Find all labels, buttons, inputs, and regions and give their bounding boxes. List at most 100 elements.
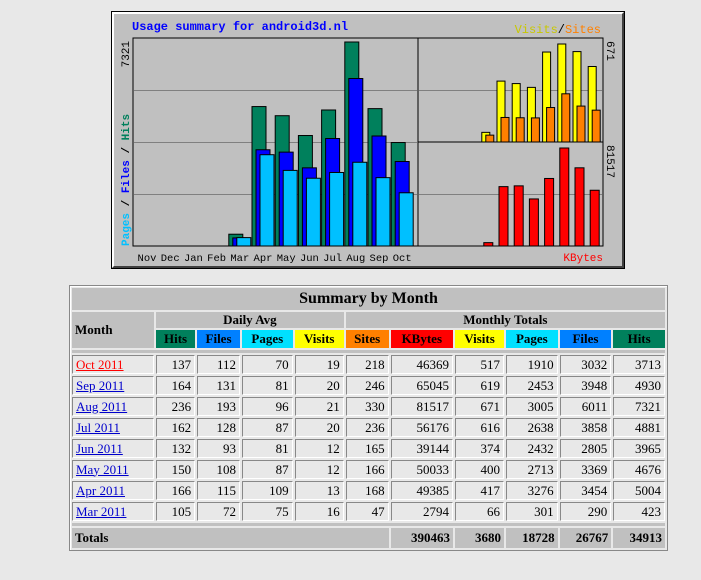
kbytes-bar — [544, 177, 555, 247]
main-axis-max: 7321 — [121, 41, 133, 68]
pages-bar — [352, 161, 368, 247]
visits-sites-legend: Visits/Sites — [515, 23, 601, 37]
month-label: Mar — [230, 253, 249, 265]
monthly-hits-cell: 5004 — [613, 481, 665, 500]
monthly-pages-cell: 2453 — [506, 376, 558, 395]
pages-bar — [259, 154, 275, 247]
monthly-pages-cell: 3005 — [506, 397, 558, 416]
monthly-files-cell: 3948 — [559, 376, 612, 395]
month-link[interactable]: Apr 2011 — [76, 483, 125, 498]
legend-separator: / — [558, 23, 565, 37]
legend-pages: Pages — [121, 213, 133, 246]
monthly-pages-cell: 2713 — [506, 460, 558, 479]
daily-hits-cell: 150 — [156, 460, 196, 479]
col-daily-hits: Hits — [156, 330, 196, 348]
kbytes-bar — [498, 186, 509, 247]
sites-bar — [576, 105, 586, 143]
month-axis-labels: Nov Dec Jan Feb Mar Apr May Jun Jul Aug Sep Oct — [138, 253, 412, 265]
daily-hits-cell: 166 — [156, 481, 196, 500]
visits-axis-max: 671 — [603, 41, 615, 61]
daily-hits-cell: 137 — [156, 355, 196, 374]
monthly-sites-cell: 246 — [345, 376, 389, 395]
month-label: Apr — [254, 253, 273, 265]
month-cell: Mar 2011 — [72, 502, 154, 521]
header-divider — [72, 350, 665, 353]
daily-pages-cell: 87 — [241, 460, 293, 479]
total-visits: 3680 — [454, 528, 505, 548]
daily-files-cell: 93 — [197, 439, 240, 458]
left-legend: Pages / Files / Hits — [121, 114, 133, 246]
sites-bar — [561, 93, 571, 143]
monthly-pages-cell: 2432 — [506, 439, 558, 458]
month-label: Dec — [161, 253, 180, 265]
monthly-visits-cell: 374 — [454, 439, 505, 458]
daily-pages-cell: 87 — [241, 418, 293, 437]
legend-sites: Sites — [565, 23, 601, 37]
month-link[interactable]: Sep 2011 — [76, 378, 124, 393]
daily-visits-cell: 12 — [294, 439, 344, 458]
monthly-visits-cell: 619 — [454, 376, 505, 395]
month-label: May — [277, 253, 296, 265]
month-cell: Apr 2011 — [72, 481, 154, 500]
legend-files: Files — [121, 160, 133, 193]
daily-files-cell: 128 — [197, 418, 240, 437]
sites-bar — [530, 117, 540, 143]
monthly-files-cell: 3858 — [559, 418, 612, 437]
month-link[interactable]: Oct 2011 — [76, 357, 124, 372]
monthly-hits-cell: 423 — [613, 502, 665, 521]
legend-visits: Visits — [515, 23, 558, 37]
kbytes-legend: KBytes — [563, 253, 603, 265]
daily-files-cell: 193 — [197, 397, 240, 416]
monthly-files-cell: 6011 — [559, 397, 612, 416]
month-cell: Jun 2011 — [72, 439, 154, 458]
daily-visits-cell: 12 — [294, 460, 344, 479]
daily-hits-cell: 105 — [156, 502, 196, 521]
table-body: Oct 2011 137 112 70 19 218 46369 517 1910 3032 371… — [72, 355, 665, 521]
kbytes-bar — [528, 198, 539, 247]
monthly-kbytes-cell: 49385 — [390, 481, 453, 500]
monthly-sites-cell: 47 — [345, 502, 389, 521]
daily-visits-cell: 20 — [294, 376, 344, 395]
daily-visits-cell: 20 — [294, 418, 344, 437]
monthly-files-cell: 290 — [559, 502, 612, 521]
monthly-files-cell: 3369 — [559, 460, 612, 479]
table-row: Apr 2011 166 115 109 13 168 49385 417 3276 3454 50… — [72, 481, 665, 500]
month-header: Month — [72, 312, 154, 348]
table-row: Mar 2011 105 72 75 16 47 2794 66 301 290 423 — [72, 502, 665, 521]
daily-pages-cell: 109 — [241, 481, 293, 500]
daily-files-cell: 115 — [197, 481, 240, 500]
sites-bar — [546, 107, 556, 143]
monthly-files-cell: 2805 — [559, 439, 612, 458]
month-link[interactable]: Jul 2011 — [76, 420, 120, 435]
monthly-visits-cell: 400 — [454, 460, 505, 479]
monthly-hits-cell: 3965 — [613, 439, 665, 458]
total-files: 26767 — [559, 528, 612, 548]
month-link[interactable]: Mar 2011 — [76, 504, 126, 519]
month-label: Aug — [346, 253, 365, 265]
monthly-pages-cell: 3276 — [506, 481, 558, 500]
kbytes-axis-max: 81517 — [603, 145, 615, 178]
month-link[interactable]: Aug 2011 — [76, 399, 127, 414]
kbytes-bar — [513, 185, 524, 247]
monthly-kbytes-cell: 2794 — [390, 502, 453, 521]
table-row: Jul 2011 162 128 87 20 236 56176 616 2638 3858 488… — [72, 418, 665, 437]
monthly-kbytes-cell: 50033 — [390, 460, 453, 479]
graph-title: Usage summary for android3d.nl — [132, 20, 348, 34]
month-cell: May 2011 — [72, 460, 154, 479]
monthly-visits-cell: 517 — [454, 355, 505, 374]
table-row: Sep 2011 164 131 81 20 246 65045 619 2453 3948 493… — [72, 376, 665, 395]
month-link[interactable]: Jun 2011 — [76, 441, 123, 456]
monthly-hits-cell: 4881 — [613, 418, 665, 437]
month-label: Jan — [184, 253, 203, 265]
monthly-kbytes-cell: 39144 — [390, 439, 453, 458]
monthly-hits-cell: 4930 — [613, 376, 665, 395]
month-link[interactable]: May 2011 — [76, 462, 129, 477]
monthly-visits-cell: 671 — [454, 397, 505, 416]
monthly-pages-cell: 301 — [506, 502, 558, 521]
table-title: Summary by Month — [72, 288, 665, 310]
daily-pages-cell: 81 — [241, 439, 293, 458]
monthly-totals-header: Monthly Totals — [345, 312, 665, 328]
daily-pages-cell: 81 — [241, 376, 293, 395]
month-label: Jul — [323, 253, 342, 265]
totals-label: Totals — [72, 528, 389, 548]
